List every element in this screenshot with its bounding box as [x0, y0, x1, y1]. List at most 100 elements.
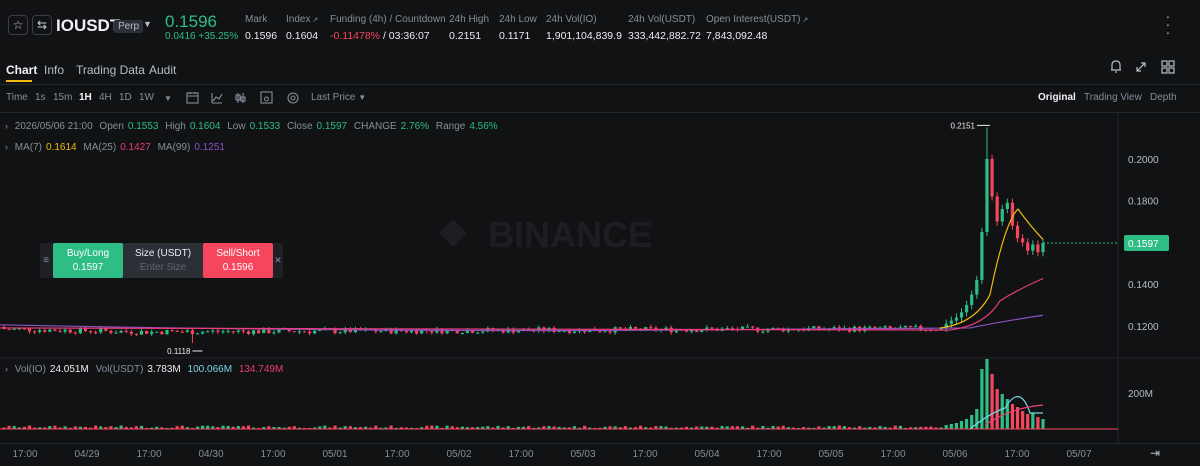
chevron-down-icon[interactable]: ▼	[143, 19, 152, 29]
view-trading-view[interactable]: Trading View	[1084, 92, 1142, 103]
volume-bar	[1010, 404, 1015, 429]
interval-1d[interactable]: 1D	[119, 92, 132, 103]
stat-funding: Funding (4h) / Countdown -0.11478% / 03:…	[330, 14, 446, 42]
candle-body	[883, 326, 887, 328]
interval-dropdown-icon[interactable]: ▼	[164, 94, 172, 103]
view-original[interactable]: Original	[1038, 92, 1076, 103]
size-input[interactable]: Size (USDT) Enter Size	[123, 243, 203, 278]
candle-style-icon[interactable]	[235, 93, 246, 103]
candle-body	[995, 196, 999, 222]
price-type-select[interactable]: Last Price ▼	[311, 92, 366, 103]
active-tab-indicator	[6, 80, 32, 82]
vol-expand-icon[interactable]: ›	[5, 364, 8, 374]
candle-body	[812, 326, 816, 329]
tab-trading-data[interactable]: Trading Data	[76, 63, 145, 77]
tab-chart[interactable]: Chart	[6, 63, 37, 77]
binance-logo	[438, 218, 468, 248]
stat-label: 24h Vol(USDT)	[628, 14, 696, 25]
ma-expand-icon[interactable]: ›	[5, 142, 8, 152]
candle-body	[124, 330, 128, 332]
candle-body	[134, 333, 139, 335]
candle-body	[170, 329, 174, 331]
volume-bar	[1021, 411, 1025, 429]
time-tick-label: 17:00	[508, 449, 534, 460]
price-change: 0.0416 +35.25%	[165, 31, 238, 42]
sell-short-button[interactable]: Sell/Short 0.1596	[203, 243, 273, 278]
buy-long-button[interactable]: Buy/Long 0.1597	[53, 243, 123, 278]
current-price-label: 0.1597	[1128, 239, 1159, 250]
divider	[0, 84, 1200, 85]
volume-bar	[246, 425, 251, 429]
size-label: Size (USDT)	[134, 248, 192, 259]
candle-body	[985, 158, 989, 232]
settings-icon[interactable]	[260, 91, 273, 104]
candle-body	[190, 330, 195, 335]
close-icon[interactable]: ✕	[273, 243, 283, 278]
ohlc-expand-icon[interactable]: ›	[5, 121, 8, 131]
symbol-name[interactable]: IOUSDT	[56, 16, 120, 36]
calendar-icon[interactable]	[186, 92, 199, 104]
time-tick-label: 05/05	[818, 449, 844, 460]
layout-grid-icon[interactable]	[1161, 60, 1175, 74]
stat-value: 0.1171	[499, 30, 531, 42]
vol-usdt-label: Vol(USDT)	[95, 364, 144, 375]
symbol-switch-icon[interactable]: ⇆	[32, 15, 52, 35]
price-tick-label: 0.1400	[1128, 280, 1159, 291]
more-icon[interactable]: · · ·	[1162, 9, 1174, 39]
candle-body	[94, 332, 98, 334]
favorite-star-icon[interactable]: ☆	[8, 15, 28, 35]
candle-body	[297, 331, 302, 333]
candle-body	[119, 330, 123, 333]
ohlc-legend: › 2026/05/06 21:00 Open 0.1553 High 0.1604…	[5, 121, 502, 132]
price-tick-label: 0.1200	[1128, 322, 1159, 333]
candle-body	[603, 331, 607, 333]
candle-body	[903, 325, 908, 328]
volume-bar	[975, 409, 979, 429]
time-label[interactable]: Time	[6, 92, 28, 103]
candle-body	[206, 331, 210, 333]
contract-type-badge: Perp	[114, 20, 144, 33]
external-link-icon[interactable]: ↗	[800, 17, 808, 24]
vol-io-label: Vol(IO)	[14, 364, 46, 375]
candle-body	[236, 330, 240, 332]
bell-icon[interactable]	[1111, 60, 1121, 73]
stat-value: 333,442,882.72	[628, 30, 701, 42]
draw-tool-icon[interactable]	[287, 92, 299, 104]
indicator-icon[interactable]	[211, 93, 223, 104]
sell-price: 0.1596	[222, 262, 254, 273]
tab-info[interactable]: Info	[44, 63, 64, 77]
interval-4h[interactable]: 4H	[99, 92, 112, 103]
tab-audit[interactable]: Audit	[149, 63, 176, 77]
chevron-down-icon: ▼	[358, 93, 367, 102]
drag-handle-icon[interactable]: ≡	[40, 243, 52, 278]
time-tick-label: 17:00	[136, 449, 162, 460]
candle-body	[633, 327, 638, 329]
stat-label: Open Interest(USDT)	[706, 14, 801, 25]
time-tick-label: 17:00	[12, 449, 38, 460]
ma99-value: 0.1251	[194, 142, 225, 153]
time-axis[interactable]: ⇥ 17:00 04/29 17:00 04/30 17:00 05/01 17:00 05/…	[0, 443, 1200, 466]
interval-1s[interactable]: 1s	[35, 92, 46, 103]
scroll-to-latest-icon[interactable]: ⇥	[1150, 446, 1160, 460]
stat-value: 0.1604	[286, 30, 319, 42]
view-depth[interactable]: Depth	[1150, 92, 1177, 103]
time-tick-label: 17:00	[1004, 449, 1030, 460]
candle-body	[150, 331, 154, 334]
external-link-icon[interactable]: ↗	[310, 17, 318, 24]
interval-1w[interactable]: 1W	[139, 92, 154, 103]
stat-24h-vol-io: 24h Vol(IO) 1,901,104,839.9	[546, 14, 622, 42]
candlestick-chart[interactable]: BINANCE 0.20000.18000.16000.14000.120020…	[0, 113, 1200, 443]
candle-body	[104, 328, 108, 331]
buy-price: 0.1597	[72, 262, 104, 273]
chart-area[interactable]: BINANCE 0.20000.18000.16000.14000.120020…	[0, 113, 1200, 443]
time-tick-label: 05/03	[570, 449, 596, 460]
expand-icon[interactable]	[1136, 62, 1146, 72]
stat-label: 24h High	[449, 14, 490, 25]
candle-body	[221, 331, 225, 333]
interval-15m[interactable]: 15m	[53, 92, 72, 103]
time-tick-label: 04/29	[74, 449, 100, 460]
interval-1h[interactable]: 1H	[79, 92, 92, 103]
candle-body	[129, 331, 133, 334]
time-tick-label: 04/30	[198, 449, 224, 460]
stat-24h-high: 24h High 0.2151	[449, 14, 489, 42]
